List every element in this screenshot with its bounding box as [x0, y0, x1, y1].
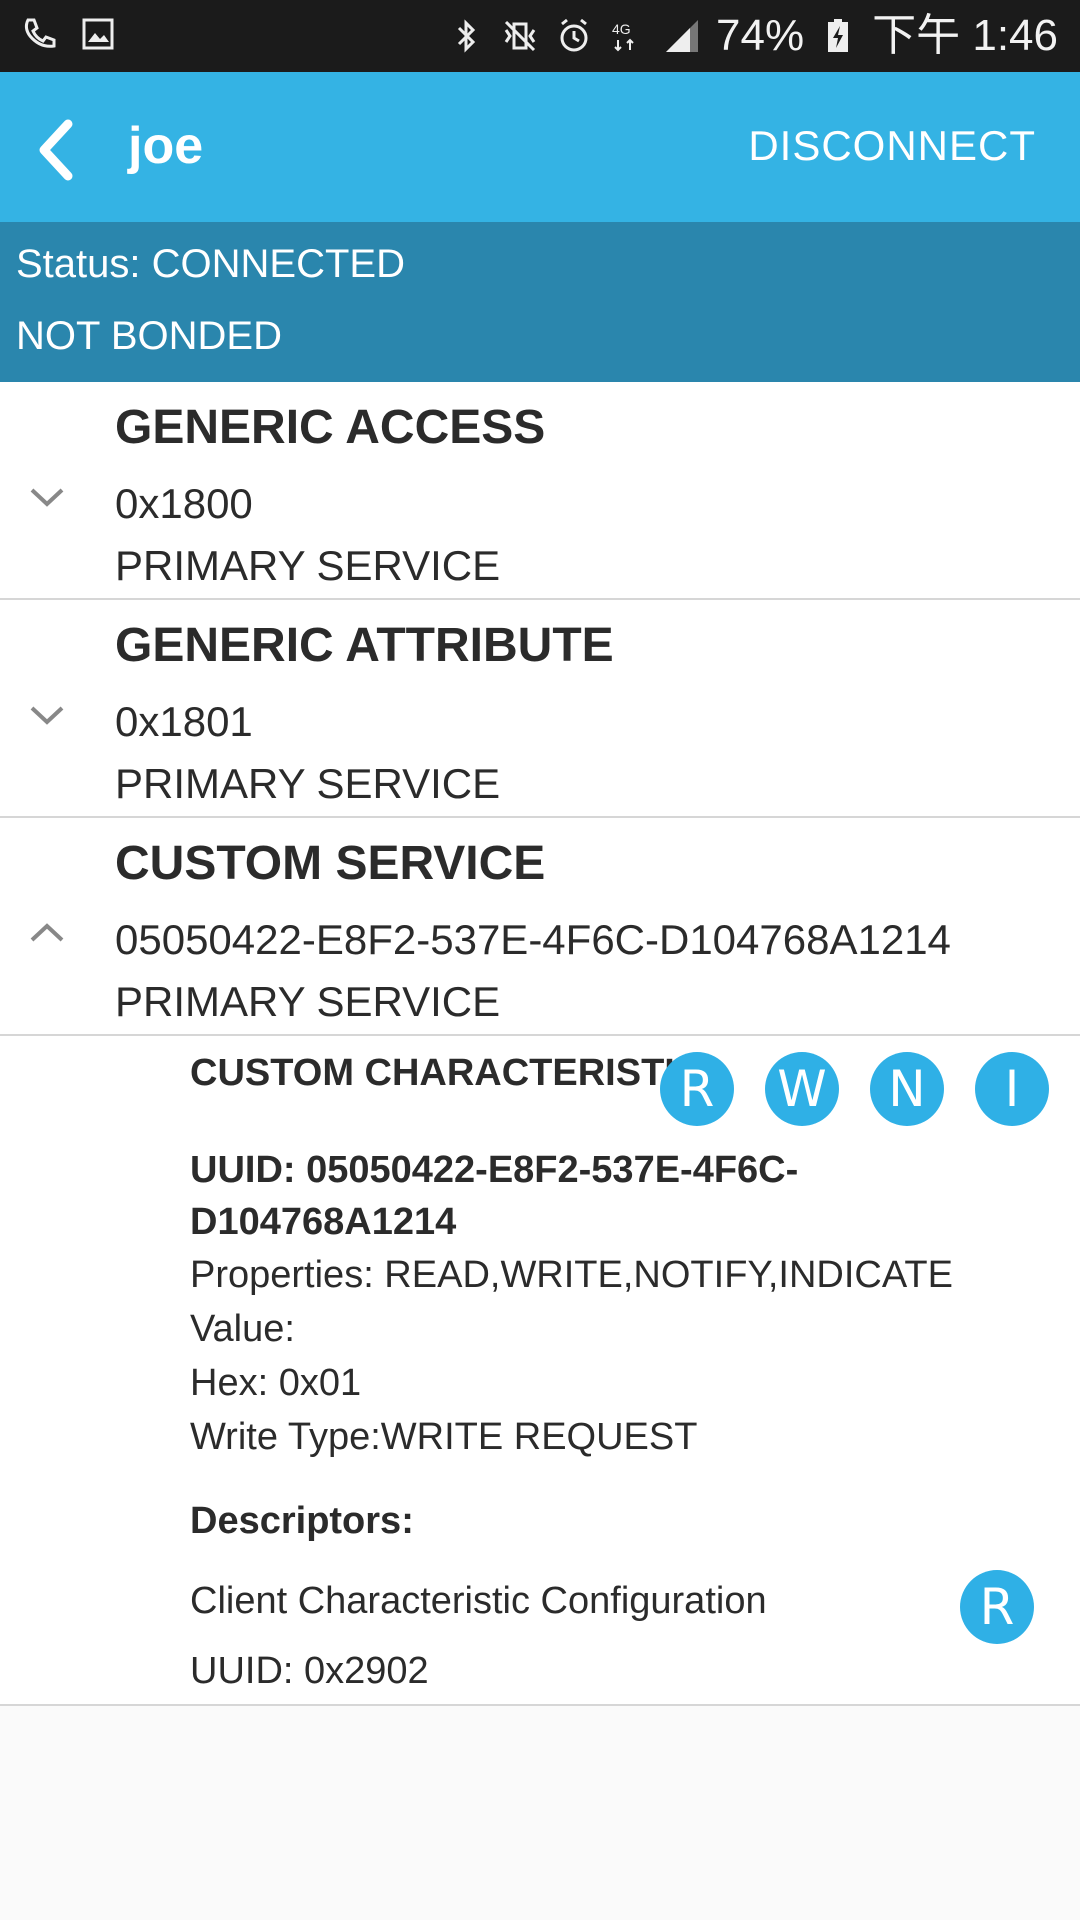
service-uuid: 05050422-E8F2-537E-4F6C-D104768A1214	[115, 916, 951, 963]
phone-call-icon	[20, 14, 60, 54]
descriptors-heading: Descriptors:	[190, 1500, 414, 1542]
battery-charging-icon	[818, 16, 858, 56]
service-type: PRIMARY SERVICE	[115, 978, 501, 1025]
characteristic-panel: CUSTOM CHARACTERISTIC R W N I UUID: 0505…	[0, 1036, 1080, 1706]
vibrate-mute-icon	[500, 16, 540, 56]
characteristic-write-type: Write Type:WRITE REQUEST	[190, 1416, 698, 1458]
service-uuid: 0x1800	[115, 480, 253, 527]
status-right-icons: 4G 74% 下午 1:46	[446, 10, 1058, 62]
network-4g-icon: 4G	[608, 16, 648, 56]
bond-status-text: NOT BONDED	[16, 314, 282, 358]
image-notification-icon	[78, 14, 118, 54]
descriptor-read-button[interactable]: R	[960, 1570, 1034, 1644]
svg-text:4G: 4G	[612, 21, 631, 37]
battery-percent: 74%	[716, 11, 805, 60]
characteristic-uuid: UUID: 05050422-E8F2-537E-4F6C-D104768A12…	[190, 1149, 799, 1243]
service-name: CUSTOM SERVICE	[115, 837, 546, 890]
connection-status-text: Status: CONNECTED	[16, 242, 405, 286]
signal-strength-icon	[662, 16, 702, 56]
chevron-down-icon[interactable]	[24, 692, 70, 738]
alarm-icon	[554, 16, 594, 56]
characteristic-name: CUSTOM CHARACTERISTIC	[190, 1052, 703, 1094]
back-button[interactable]	[22, 110, 102, 190]
characteristic-hex-value: Hex: 0x01	[190, 1362, 362, 1404]
read-button[interactable]: R	[660, 1052, 734, 1126]
disconnect-button[interactable]: DISCONNECT	[748, 122, 1036, 170]
service-row-custom-service[interactable]: CUSTOM SERVICE 05050422-E8F2-537E-4F6C-D…	[0, 818, 1080, 1036]
app-bar: joe DISCONNECT	[0, 72, 1080, 222]
bluetooth-icon	[446, 16, 486, 56]
chevron-down-icon[interactable]	[24, 474, 70, 520]
status-left-icons	[20, 14, 118, 54]
clock: 下午 1:46	[872, 11, 1058, 60]
service-row-generic-access[interactable]: GENERIC ACCESS 0x1800 PRIMARY SERVICE	[0, 382, 1080, 600]
back-arrow-icon	[22, 119, 102, 194]
service-type: PRIMARY SERVICE	[115, 760, 501, 807]
connection-status-panel: Status: CONNECTED NOT BONDED	[0, 222, 1080, 382]
system-status-bar: 4G 74% 下午 1:46	[0, 0, 1080, 72]
service-row-generic-attribute[interactable]: GENERIC ATTRIBUTE 0x1801 PRIMARY SERVICE	[0, 600, 1080, 818]
chevron-up-icon[interactable]	[24, 910, 70, 956]
characteristic-properties: Properties: READ,WRITE,NOTIFY,INDICATE	[190, 1254, 953, 1296]
write-button[interactable]: W	[765, 1052, 839, 1126]
indicate-button[interactable]: I	[975, 1052, 1049, 1126]
descriptor-uuid: UUID: 0x2902	[190, 1650, 429, 1692]
service-uuid: 0x1801	[115, 698, 253, 745]
service-name: GENERIC ATTRIBUTE	[115, 619, 614, 672]
service-type: PRIMARY SERVICE	[115, 542, 501, 589]
descriptor-name: Client Characteristic Configuration	[190, 1580, 767, 1622]
notify-button[interactable]: N	[870, 1052, 944, 1126]
service-name: GENERIC ACCESS	[115, 401, 546, 454]
device-title: joe	[128, 117, 204, 175]
characteristic-value-label: Value:	[190, 1308, 295, 1350]
